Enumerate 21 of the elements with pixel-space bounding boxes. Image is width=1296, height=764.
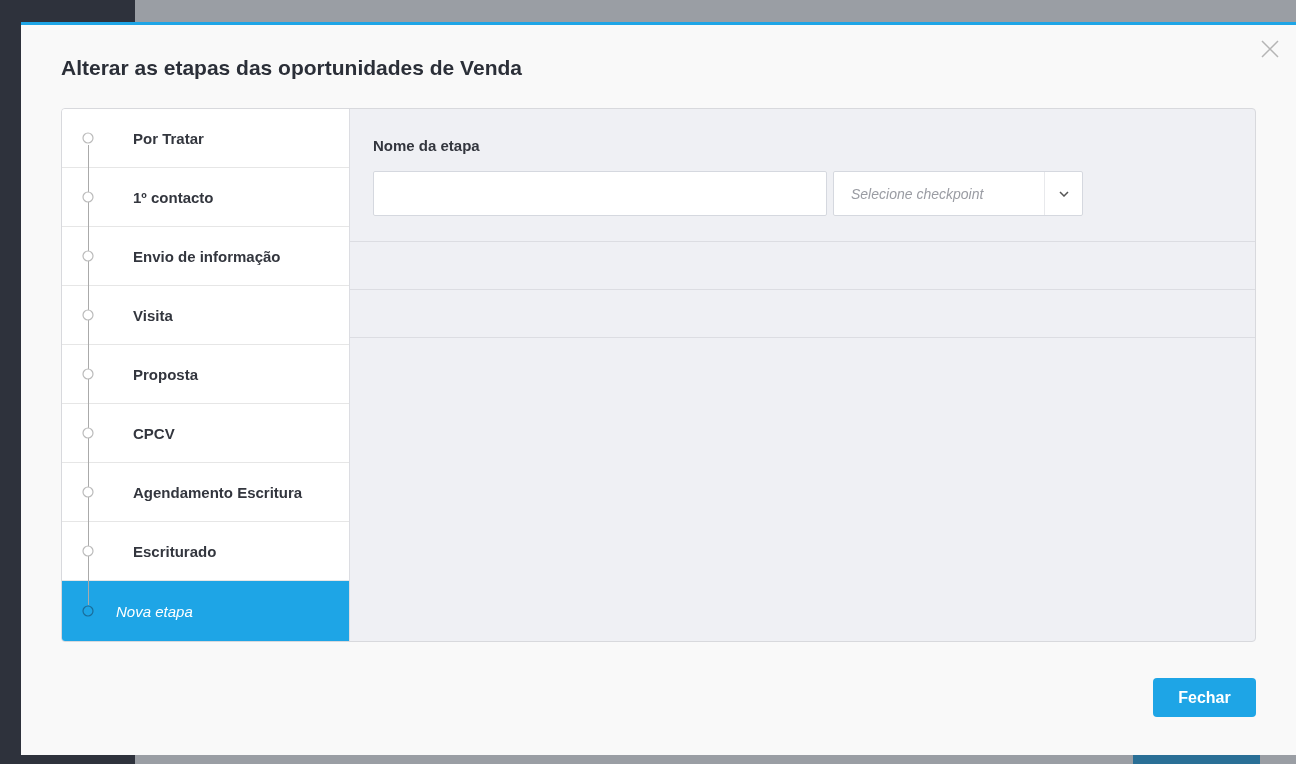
dialog-title: Alterar as etapas das oportunidades de Venda [61,55,523,81]
stage-item[interactable]: Agendamento Escritura [62,463,349,522]
stage-item[interactable]: Visita [62,286,349,345]
timeline-node-icon [82,250,94,262]
timeline-node-icon [82,309,94,321]
timeline-node-icon [82,191,94,203]
stage-item[interactable]: Proposta [62,345,349,404]
timeline-node-icon [82,545,94,557]
stage-item[interactable]: Por Tratar [62,109,349,168]
stage-item[interactable]: 1º contacto [62,168,349,227]
close-icon[interactable] [1261,40,1279,58]
field-label: Nome da etapa [373,137,481,154]
timeline-node-icon [82,368,94,380]
timeline-node-icon [82,427,94,439]
chevron-down-icon [1058,190,1069,197]
stage-item[interactable]: Envio de informação [62,227,349,286]
timeline-node-icon [82,605,94,617]
stage-item[interactable]: CPCV [62,404,349,463]
timeline-node-icon [82,132,94,144]
stage-name-field[interactable] [373,171,827,216]
timeline-node-icon [82,486,94,498]
